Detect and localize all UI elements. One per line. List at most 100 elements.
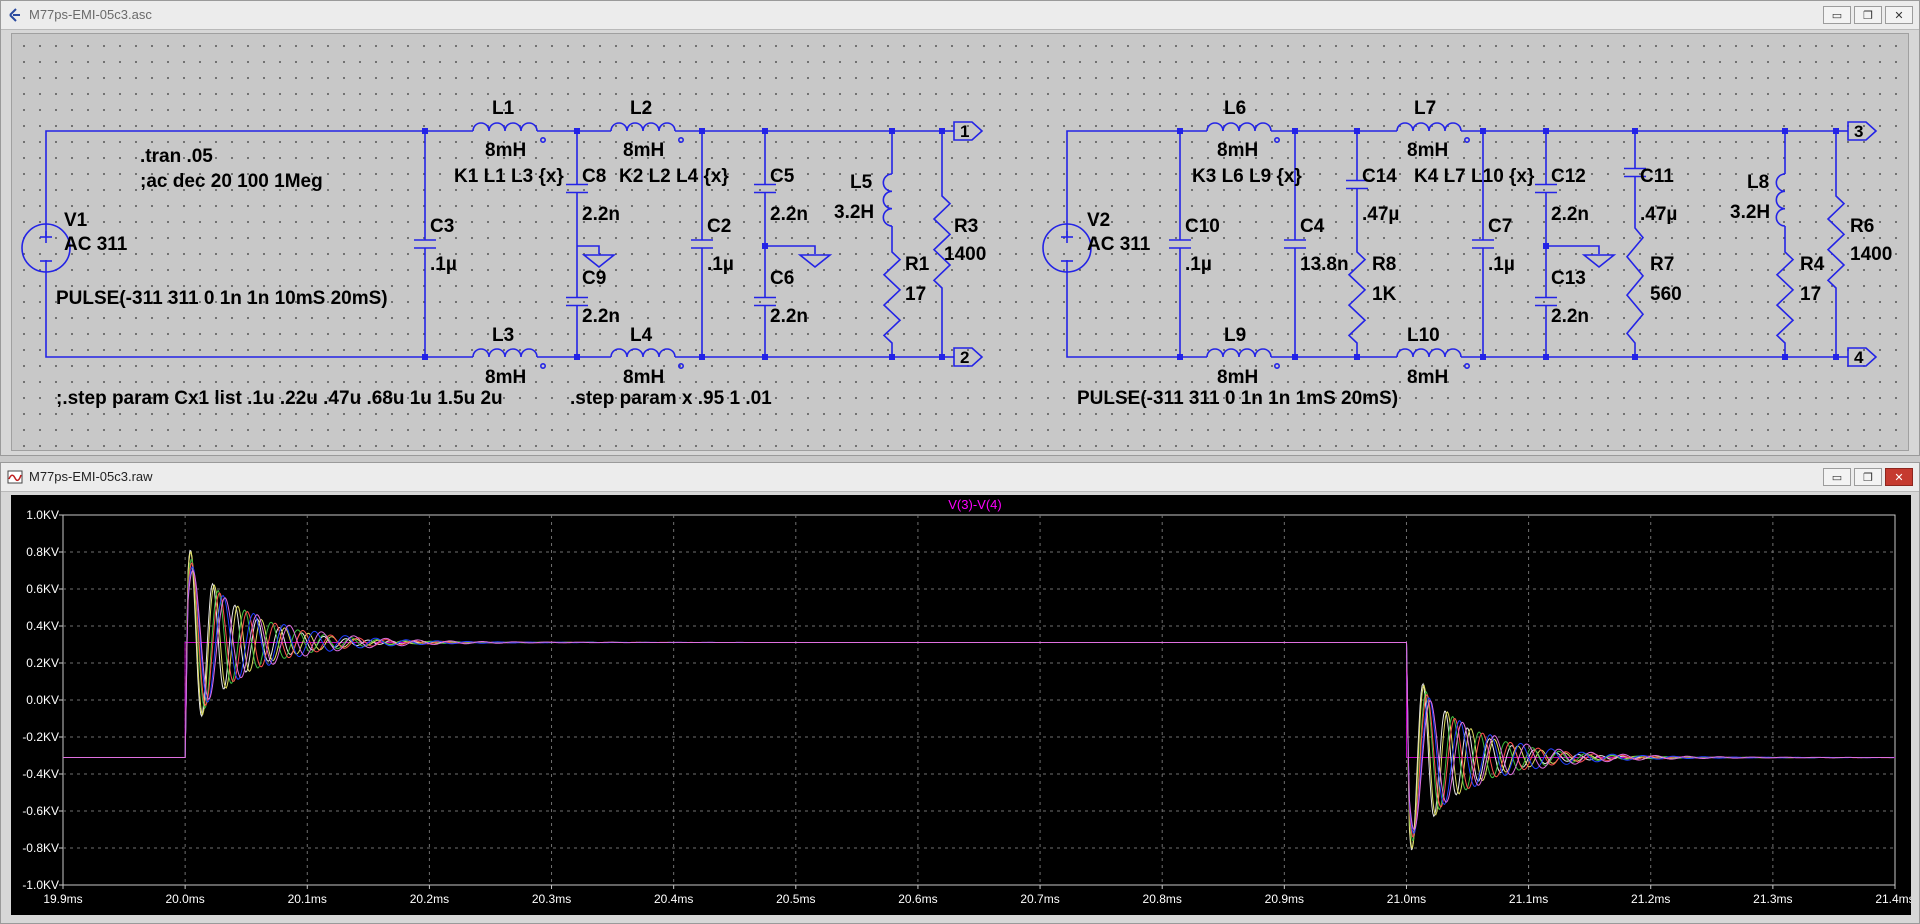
c2-value: .1µ [707, 254, 734, 275]
directive-tran: .tran .05 [140, 146, 213, 167]
l6-label: L6 [1224, 98, 1246, 119]
inductor-l3[interactable] [472, 348, 546, 369]
l4-value: 8mH [623, 367, 664, 388]
inductor-l8[interactable] [1775, 173, 1786, 227]
y-tick-label: 0.2KV [26, 656, 59, 670]
c13-label: C13 [1551, 268, 1586, 289]
x-tick-label: 20.9ms [1265, 892, 1304, 906]
port-3[interactable]: 3 [1847, 121, 1878, 141]
c4-label: C4 [1300, 216, 1325, 237]
schematic-canvas[interactable]: 1 2 3 4 .tran .05 ;ac dec 20 100 1Meg PULSE(-… [11, 33, 1909, 451]
capacitor-c5[interactable] [754, 131, 776, 246]
close-button[interactable]: ✕ [1885, 468, 1913, 486]
schematic-window: M77ps-EMI-05c3.asc ▭ ❐ ✕ 1 2 3 4 .tran .05;… [0, 0, 1920, 456]
c10-value: .1µ [1185, 254, 1212, 275]
resistor-r8[interactable] [1347, 238, 1367, 357]
port-label: 2 [960, 348, 969, 367]
junction-dot [939, 354, 945, 360]
capacitor-c12[interactable] [1535, 131, 1557, 246]
restore-icon: ❐ [1863, 470, 1873, 484]
junction-dot [1543, 354, 1549, 360]
source-v2-pulse: PULSE(-311 311 0 1n 1n 1mS 20mS) [1077, 388, 1398, 409]
trace-title[interactable]: V(3)-V(4) [948, 497, 1001, 512]
r8-label: R8 [1372, 254, 1396, 275]
ground-c13 [1581, 254, 1617, 269]
l1-value: 8mH [485, 140, 526, 161]
close-button[interactable]: ✕ [1885, 6, 1913, 24]
plot-svg: V(3)-V(4) 1.0KV 0.8KV 0.6KV 0.4KV 0.2KV 0.0KV… [22, 497, 1914, 906]
port-1[interactable]: 1 [953, 121, 984, 141]
capacitor-c7[interactable] [1472, 131, 1494, 357]
inductor-l4[interactable] [610, 348, 684, 369]
v2-label: V2 [1087, 210, 1110, 231]
restore-icon: ❐ [1863, 8, 1873, 22]
restore-button[interactable]: ❐ [1854, 6, 1882, 24]
capacitor-c6[interactable] [754, 246, 776, 357]
capacitor-c4[interactable] [1284, 131, 1306, 357]
x-tick-label: 20.2ms [410, 892, 449, 906]
junction-dot [574, 128, 580, 134]
y-tick-label: 1.0KV [26, 508, 59, 522]
minimize-button[interactable]: ▭ [1823, 6, 1851, 24]
junction-dot [699, 128, 705, 134]
l8-value: 3.2H [1730, 202, 1770, 223]
l3-value: 8mH [485, 367, 526, 388]
inductor-l9[interactable] [1206, 348, 1281, 369]
waveform-plot[interactable]: V(3)-V(4) 1.0KV 0.8KV 0.6KV 0.4KV 0.2KV 0.0KV… [11, 495, 1915, 915]
capacitor-c9[interactable] [566, 246, 588, 357]
capacitor-c10[interactable] [1169, 131, 1191, 357]
r4-value: 17 [1800, 284, 1821, 305]
capacitor-c8[interactable] [566, 131, 588, 246]
c11-label: C11 [1640, 166, 1674, 187]
k4-label: K4 L7 L10 {x} [1414, 166, 1535, 187]
l3-label: L3 [492, 325, 514, 346]
resistor-r3[interactable] [932, 182, 952, 302]
v2-value: AC 311 [1087, 234, 1151, 255]
junction-dot [1833, 128, 1839, 134]
port-2[interactable]: 2 [953, 347, 984, 367]
schematic-title-bar[interactable]: M77ps-EMI-05c3.asc ▭ ❐ ✕ [1, 1, 1919, 30]
v1-label: V1 [64, 210, 88, 231]
c3-label: C3 [430, 216, 454, 237]
resistor-r7[interactable] [1625, 214, 1645, 357]
junction-dot [889, 128, 895, 134]
resistor-r6[interactable] [1826, 182, 1846, 302]
x-tick-label: 20.6ms [898, 892, 937, 906]
capacitor-c13[interactable] [1535, 246, 1557, 357]
restore-button[interactable]: ❐ [1854, 468, 1882, 486]
r4-label: R4 [1800, 254, 1825, 275]
r3-value: 1400 [944, 244, 986, 265]
ground-c6 [797, 254, 833, 269]
resistor-r1[interactable] [882, 238, 902, 357]
r7-value: 560 [1650, 284, 1682, 305]
junction-dot [1632, 354, 1638, 360]
junction-dot [1543, 243, 1549, 249]
x-tick-label: 20.4ms [654, 892, 693, 906]
c10-label: C10 [1185, 216, 1220, 237]
capacitor-c3[interactable] [414, 131, 436, 357]
l2-value: 8mH [623, 140, 664, 161]
junction-dot [1632, 128, 1638, 134]
l6-value: 8mH [1217, 140, 1258, 161]
minimize-button[interactable]: ▭ [1823, 468, 1851, 486]
capacitor-c2[interactable] [691, 131, 713, 357]
port-4[interactable]: 4 [1847, 347, 1878, 367]
inductor-l5[interactable] [882, 173, 893, 227]
c3-value: .1µ [430, 254, 457, 275]
resistor-r4[interactable] [1775, 238, 1795, 357]
waveform-title-bar[interactable]: M77ps-EMI-05c3.raw ▭ ❐ ✕ [1, 463, 1919, 492]
junction-dot [1292, 128, 1298, 134]
inductor-l10[interactable] [1396, 348, 1471, 369]
directive-step-x: .step param x .95 1 .01 [570, 388, 772, 409]
y-tick-label: -0.4KV [22, 767, 59, 781]
l9-value: 8mH [1217, 367, 1258, 388]
l2-label: L2 [630, 98, 652, 119]
x-tick-label: 21.4ms [1875, 892, 1911, 906]
ground-c9 [581, 254, 617, 269]
l8-label: L8 [1747, 172, 1769, 193]
y-tick-label: 0.0KV [26, 693, 59, 707]
c9-value: 2.2n [582, 306, 620, 327]
y-tick-label: -1.0KV [22, 878, 59, 892]
wire [577, 245, 600, 254]
l1-label: L1 [492, 98, 515, 119]
